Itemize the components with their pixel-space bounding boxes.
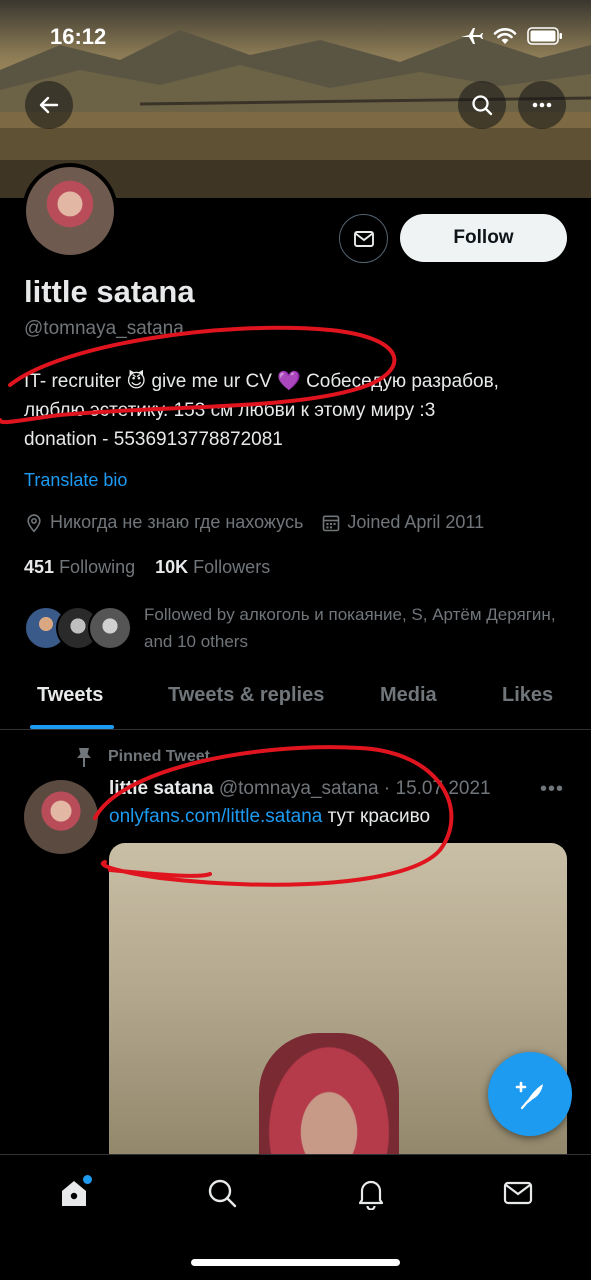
profile-tabs: Tweets Tweets & replies Media Likes (0, 672, 591, 730)
status-icons (459, 26, 563, 46)
bell-icon (358, 1180, 384, 1210)
tweet-header: little satana @tomnaya_satana · 15.07.20… (109, 778, 491, 800)
tab-media[interactable]: Media (380, 684, 437, 707)
pin-icon (77, 748, 91, 767)
follow-counts: 451 Following 10K Followers (24, 557, 270, 578)
search-button[interactable] (458, 81, 506, 129)
status-time: 16:12 (50, 24, 107, 49)
message-button[interactable] (339, 214, 388, 263)
tab-likes[interactable]: Likes (502, 684, 553, 707)
photo-subject (259, 1033, 399, 1173)
more-options-button[interactable] (518, 81, 566, 129)
profile-meta: Никогда не знаю где нахожусь Joined Apri… (24, 512, 502, 533)
arrow-left-icon (39, 96, 59, 114)
active-tab-indicator (30, 725, 114, 729)
bio-line: люблю эстетику. 153 см любви к этому мир… (24, 400, 436, 421)
tweet-author-name[interactable]: little satana (109, 778, 214, 799)
followed-by-avatars[interactable] (24, 606, 134, 652)
tab-tweets[interactable]: Tweets (37, 684, 103, 707)
tab-tweets-replies[interactable]: Tweets & replies (168, 684, 324, 707)
home-indicator (191, 1259, 400, 1266)
avatar (88, 606, 132, 650)
battery-icon (527, 27, 562, 45)
location-pin-icon (27, 513, 41, 532)
search-icon (472, 95, 493, 116)
location-item: Никогда не знаю где нахожусь (24, 512, 303, 533)
back-button[interactable] (25, 81, 73, 129)
bio-line: donation - 5536913778872081 (24, 429, 283, 450)
compose-feather-icon (515, 1081, 543, 1110)
followers-label: Followers (193, 557, 271, 577)
profile-bio: IT- recruiter 😈 give me ur CV 💜 Собеседу… (24, 367, 569, 454)
tweet-link[interactable]: onlyfans.com/little.satana (109, 806, 322, 827)
search-icon (208, 1179, 237, 1208)
notification-dot (83, 1175, 92, 1184)
following-link[interactable]: 451 Following (24, 557, 135, 577)
envelope-icon (503, 1181, 533, 1205)
calendar-icon (323, 515, 340, 531)
user-handle: @tomnaya_satana (24, 318, 184, 339)
following-label: Following (59, 557, 136, 577)
follow-button[interactable]: Follow (400, 214, 567, 262)
status-bar: 16:12 (0, 0, 591, 76)
pinned-label: Pinned Tweet (108, 748, 210, 765)
location-text: Никогда не знаю где нахожусь (50, 512, 304, 532)
followed-by-text[interactable]: Followed by алкоголь и покаяние, S, Артё… (144, 601, 564, 655)
wifi-icon (493, 28, 517, 44)
tweet-date: · 15.07.2021 (383, 778, 491, 799)
more-horizontal-icon (532, 102, 552, 108)
tweet-media-image[interactable] (109, 843, 567, 1173)
pinned-indicator: Pinned Tweet (74, 746, 210, 768)
followers-count: 10K (155, 557, 189, 577)
envelope-icon (353, 230, 374, 247)
tweet-author-avatar[interactable] (24, 780, 98, 854)
nav-home[interactable] (54, 1173, 94, 1213)
tweet-body: тут красиво (322, 806, 431, 827)
followers-link[interactable]: 10K Followers (155, 557, 270, 577)
profile-avatar[interactable] (22, 163, 118, 259)
following-count: 451 (24, 557, 55, 577)
tweet-author-handle: @tomnaya_satana (218, 778, 379, 799)
joined-item: Joined April 2011 (321, 512, 484, 533)
tweet-text: onlyfans.com/little.satana тут красиво (109, 806, 430, 828)
nav-messages[interactable] (498, 1173, 538, 1213)
nav-search[interactable] (202, 1173, 242, 1213)
display-name: little satana (24, 274, 195, 309)
joined-text: Joined April 2011 (347, 512, 485, 532)
tweet-more-button[interactable]: ••• (540, 778, 564, 801)
translate-bio-link[interactable]: Translate bio (24, 470, 127, 491)
nav-notifications[interactable] (351, 1173, 391, 1213)
bio-line: IT- recruiter 😈 give me ur CV 💜 Собеседу… (24, 371, 499, 392)
airplane-icon (461, 28, 483, 44)
compose-tweet-button[interactable] (488, 1052, 572, 1136)
